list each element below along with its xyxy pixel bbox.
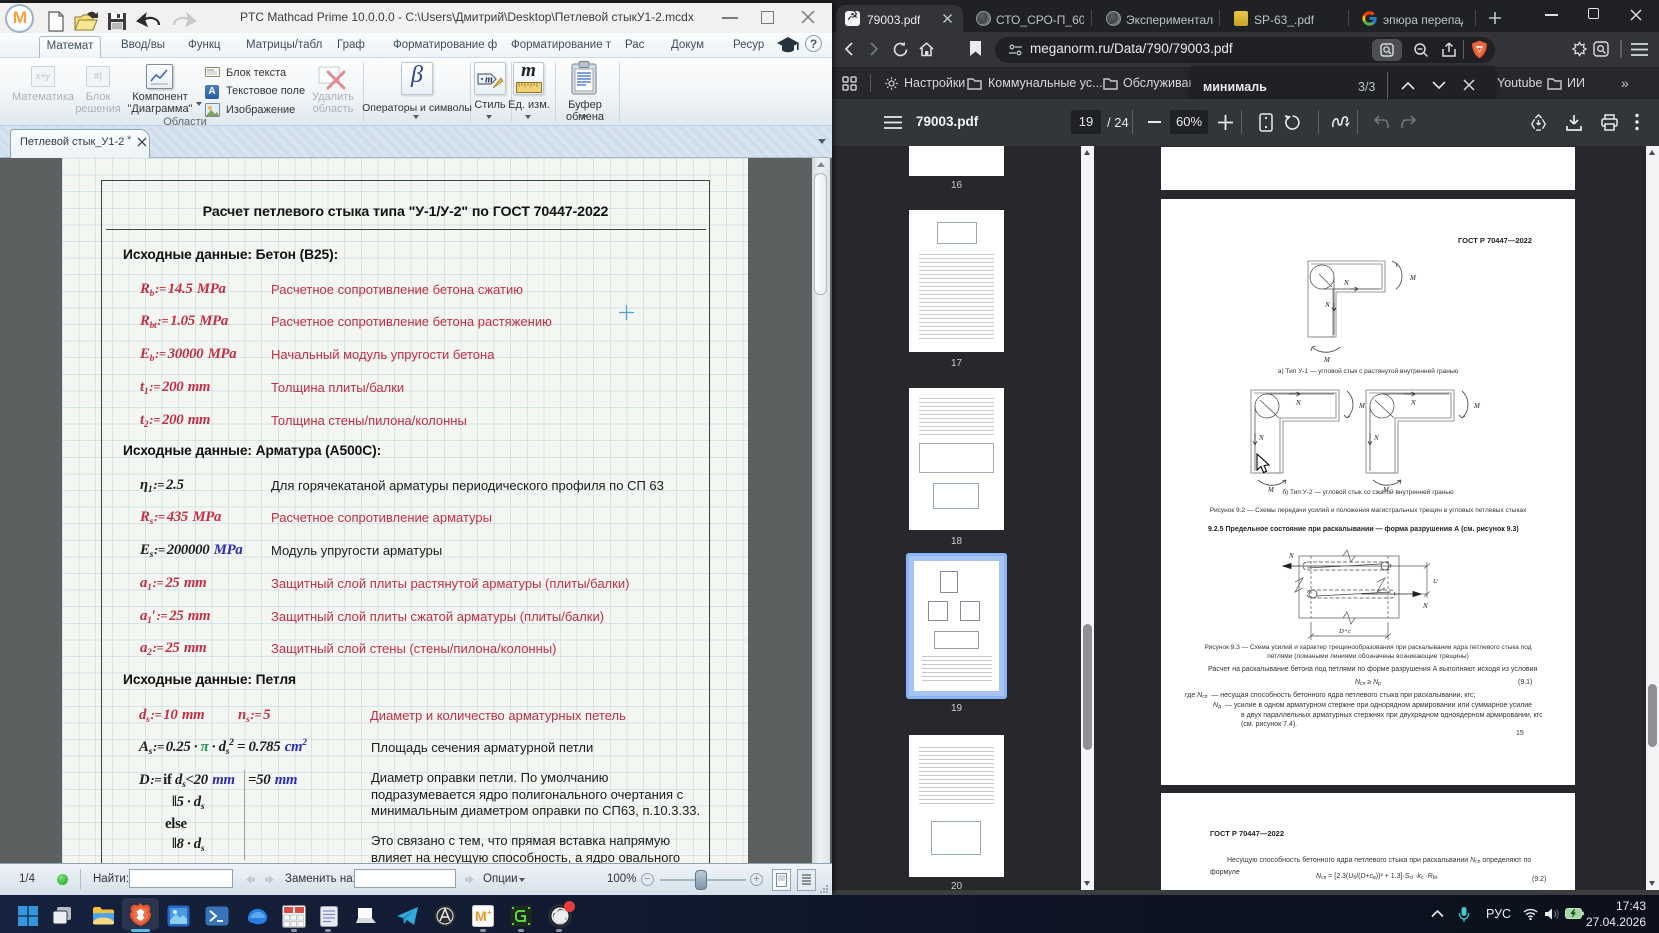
svg-text:N: N: [1422, 602, 1428, 610]
svg-text:U: U: [1433, 578, 1439, 585]
svg-text:N: N: [1258, 434, 1264, 442]
svg-text:N: N: [1288, 552, 1294, 560]
svg-text:+: +: [487, 908, 492, 917]
svg-text:M: M: [1409, 274, 1417, 282]
svg-text:N: N: [1295, 399, 1301, 407]
svg-text:m: m: [485, 75, 493, 86]
svg-text:N: N: [1373, 434, 1379, 442]
svg-text:N: N: [1324, 301, 1330, 309]
svg-text:N: N: [1343, 279, 1349, 287]
svg-text:N: N: [1410, 399, 1416, 407]
svg-text:D+c: D+c: [1338, 628, 1351, 635]
svg-text:M: M: [1358, 402, 1366, 410]
svg-text:M: M: [1473, 402, 1481, 410]
svg-text:M: M: [1323, 356, 1331, 364]
svg-text:M: M: [475, 908, 487, 924]
